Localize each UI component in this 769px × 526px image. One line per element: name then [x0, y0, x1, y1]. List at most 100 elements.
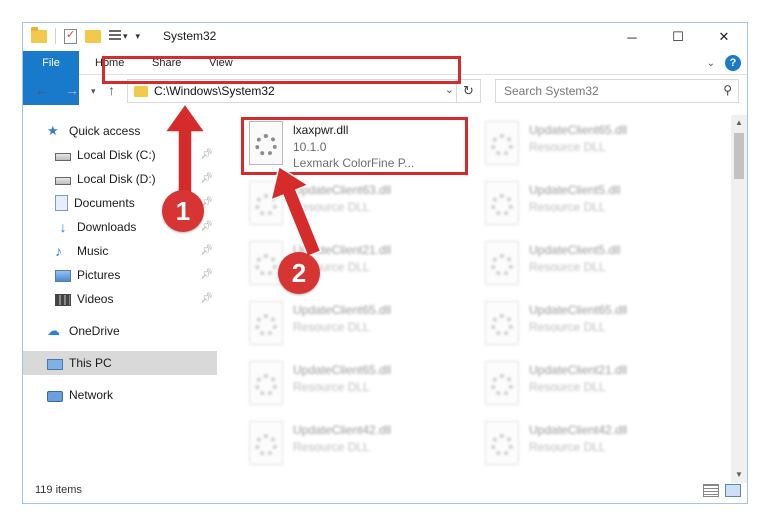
annotation-badge-2: 2	[278, 252, 320, 294]
videos-icon	[55, 294, 71, 306]
sidebar-item-label: Videos	[77, 292, 114, 306]
file-type: Resource DLL	[293, 380, 370, 394]
vertical-scrollbar[interactable]: ▲ ▼	[731, 115, 747, 483]
address-path[interactable]: C:\Windows\System32	[154, 84, 275, 98]
help-icon[interactable]: ?	[725, 55, 741, 71]
sidebar-item-onedrive[interactable]: ☁ OneDrive	[23, 319, 217, 343]
dll-file-icon	[485, 181, 519, 225]
file-item[interactable]: UpdateClient21.dll Resource DLL	[481, 359, 711, 413]
expand-ribbon-icon[interactable]: ⌄	[707, 58, 715, 69]
status-bar: 119 items	[23, 479, 747, 503]
gear-icon	[491, 254, 513, 276]
file-type: Resource DLL	[293, 320, 370, 334]
pictures-icon	[55, 270, 71, 282]
file-item[interactable]: UpdateClient5.dll Resource DLL	[481, 179, 711, 233]
chevron-down-icon[interactable]: ▾	[136, 31, 141, 42]
file-type: Resource DLL	[529, 260, 606, 274]
search-input[interactable]	[504, 83, 704, 99]
folder-icon	[134, 86, 148, 97]
file-type: Resource DLL	[529, 440, 606, 454]
network-icon	[47, 390, 63, 402]
recent-locations-icon[interactable]: ▾	[91, 86, 96, 97]
title-bar: ▾ ▾ System32 ─ ☐ ✕	[23, 23, 747, 51]
dll-file-icon	[249, 421, 283, 465]
pin-icon[interactable]: 📌︎	[200, 293, 213, 304]
dll-file-icon	[485, 301, 519, 345]
up-arrow-icon[interactable]: ↑	[108, 82, 115, 98]
minimize-button[interactable]: ─	[609, 23, 655, 51]
file-item[interactable]: UpdateClient5.dll Resource DLL	[481, 239, 711, 293]
file-type: Resource DLL	[529, 200, 606, 214]
file-name: UpdateClient21.dll	[529, 363, 628, 377]
gear-icon	[491, 194, 513, 216]
file-type: Resource DLL	[529, 320, 606, 334]
gear-icon	[491, 134, 513, 156]
file-name: UpdateClient65.dll	[529, 123, 628, 137]
gear-icon	[255, 434, 277, 456]
dll-file-icon	[485, 421, 519, 465]
file-explorer-window: ▾ ▾ System32 ─ ☐ ✕ File Home Share View …	[22, 22, 748, 504]
sidebar-item-label: OneDrive	[69, 324, 120, 338]
file-item[interactable]: UpdateClient42.dll Resource DLL	[481, 419, 711, 473]
sidebar-item-pictures[interactable]: Pictures 📌︎	[23, 263, 217, 287]
sidebar-item-videos[interactable]: Videos 📌︎	[23, 287, 217, 311]
sidebar-item-network[interactable]: Network	[23, 383, 217, 407]
sidebar-item-label: Downloads	[77, 220, 137, 234]
search-icon[interactable]: ⚲	[723, 83, 732, 97]
file-name: UpdateClient42.dll	[529, 423, 628, 437]
gear-icon	[491, 314, 513, 336]
sidebar-item-label: Local Disk (D:)	[77, 172, 156, 186]
properties-icon[interactable]	[64, 28, 77, 44]
pin-icon[interactable]: 📌︎	[200, 245, 213, 256]
scroll-up-icon[interactable]: ▲	[731, 115, 747, 131]
this-pc-icon	[47, 358, 63, 370]
dll-file-icon	[249, 361, 283, 405]
sidebar-item-label: Local Disk (C:)	[77, 148, 156, 162]
forward-arrow-icon[interactable]: →	[65, 82, 79, 98]
maximize-button[interactable]: ☐	[655, 23, 701, 51]
details-view-icon[interactable]	[703, 484, 719, 497]
file-name: UpdateClient5.dll	[529, 183, 621, 197]
pin-icon[interactable]: 📌︎	[200, 221, 213, 232]
chevron-down-icon[interactable]: ⌄	[445, 83, 454, 96]
search-box[interactable]: ⚲	[495, 79, 739, 103]
dll-file-icon	[485, 121, 519, 165]
drive-icon	[55, 177, 71, 185]
gear-icon	[255, 314, 277, 336]
star-icon: ★	[47, 123, 59, 138]
file-type: Resource DLL	[529, 380, 606, 394]
sidebar-item-label: This PC	[69, 356, 112, 370]
file-name: UpdateClient65.dll	[293, 363, 392, 377]
dll-file-icon	[485, 241, 519, 285]
close-button[interactable]: ✕	[701, 23, 747, 51]
drive-icon	[55, 153, 71, 161]
gear-icon	[491, 374, 513, 396]
file-type: Resource DLL	[293, 440, 370, 454]
sidebar-item-label: Music	[77, 244, 109, 258]
file-item[interactable]: UpdateClient65.dll Resource DLL	[481, 299, 711, 353]
sidebar-item-music[interactable]: ♪ Music 📌︎	[23, 239, 217, 263]
sidebar-item-label: Network	[69, 388, 114, 402]
item-count: 119 items	[35, 484, 82, 496]
scrollbar-thumb[interactable]	[734, 133, 744, 179]
back-arrow-icon[interactable]: ←	[35, 82, 49, 98]
file-name: UpdateClient5.dll	[529, 243, 621, 257]
music-icon: ♪	[55, 243, 62, 259]
large-icons-view-icon[interactable]	[725, 484, 741, 497]
file-item[interactable]: UpdateClient65.dll Resource DLL	[245, 299, 475, 353]
file-name: UpdateClient65.dll	[293, 303, 392, 317]
divider	[55, 28, 56, 44]
sidebar-item-this-pc[interactable]: This PC	[23, 351, 217, 375]
pin-icon[interactable]: 📌︎	[200, 269, 213, 280]
window-title: System32	[163, 29, 217, 43]
new-folder-icon[interactable]	[85, 29, 101, 43]
gear-icon	[491, 434, 513, 456]
sidebar-item-label: Quick access	[69, 124, 141, 138]
file-name: UpdateClient42.dll	[293, 423, 392, 437]
file-item[interactable]: UpdateClient65.dll Resource DLL	[481, 119, 711, 173]
file-item[interactable]: UpdateClient42.dll Resource DLL	[245, 419, 475, 473]
file-name: UpdateClient65.dll	[529, 303, 628, 317]
annotation-badge-1: 1	[162, 190, 204, 232]
customize-toolbar-icon[interactable]: ▾	[109, 30, 128, 42]
file-item[interactable]: UpdateClient65.dll Resource DLL	[245, 359, 475, 413]
